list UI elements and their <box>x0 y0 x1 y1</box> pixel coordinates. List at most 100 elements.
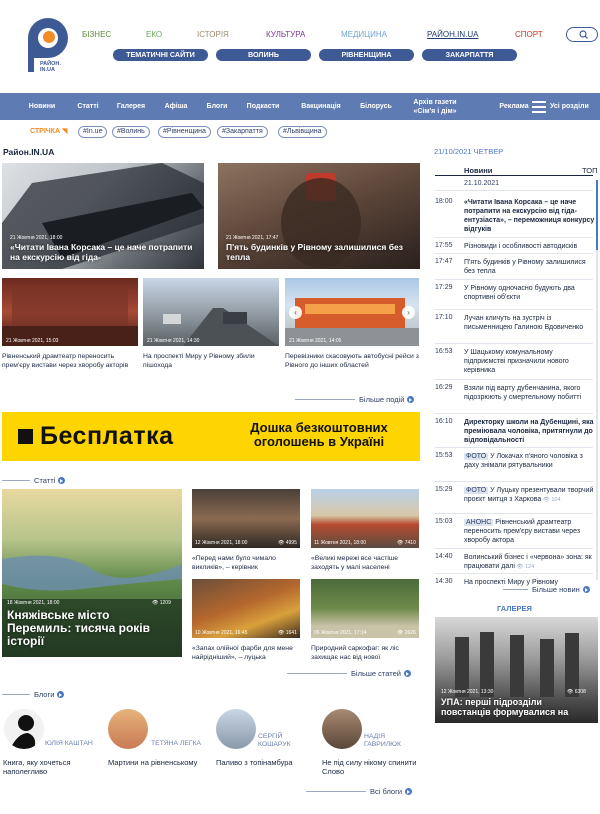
ad-banner[interactable]: Бесплатка Дошка безкоштовних оголошень в… <box>2 412 420 461</box>
blog-title[interactable]: Мартини на рівненському <box>108 758 208 767</box>
feed-time: 17:10 <box>435 314 453 321</box>
article-title[interactable]: «Великі мережі все частіше заходять у ма… <box>311 555 419 572</box>
tab-top[interactable]: ТОП <box>582 166 597 175</box>
blog-author[interactable]: ЮЛІЯ КАШТАН <box>45 740 105 748</box>
news-card-korsak[interactable]: 21 Жовтня 2021, 18:00 «Читати Івана Корс… <box>2 163 204 269</box>
nav-afisha[interactable]: Афіша <box>158 93 194 120</box>
topcat-sport[interactable]: СПОРТ <box>515 30 543 39</box>
more-news-link[interactable]: Більше подій <box>295 395 415 404</box>
article-card-challenges[interactable]: 12 Жовтня 2021, 18:00 👁 4995 <box>192 489 300 548</box>
news-card-theatre[interactable]: 21 Жовтня 2021, 15:03 <box>2 278 138 346</box>
nav-belarus[interactable]: Білорусь <box>354 93 398 120</box>
tag-rivne[interactable]: #Рівненщина <box>158 126 211 138</box>
next-arrow-icon[interactable]: › <box>402 306 415 319</box>
all-blogs-link[interactable]: Всі блоги <box>306 787 413 796</box>
avatar-kashtan[interactable] <box>4 709 44 749</box>
gallery-title[interactable]: ГАЛЕРЕЯ <box>497 604 532 613</box>
article-title[interactable]: Природний саркофаг: як ліс захищає нас в… <box>311 645 419 662</box>
feed-item[interactable]: «Читати Івана Корсака – це наче потрапит… <box>464 198 596 234</box>
site-logo[interactable]: РАЙОН. IN.UA <box>22 10 70 73</box>
nav-vaccination[interactable]: Вакцинація <box>292 93 350 120</box>
avatar-legka[interactable] <box>108 709 148 749</box>
pill-thematic[interactable]: ТЕМАТИЧНІ САЙТИ <box>113 49 208 61</box>
nav-news[interactable]: Новини <box>22 93 62 120</box>
news-card-pedestrian[interactable]: 21 Жовтня 2021, 14:30 <box>143 278 279 346</box>
article-title[interactable]: «Запах олійної фарби для мене найрідніши… <box>192 645 300 662</box>
article-card-peremyl[interactable]: 18 Жовтня 2021, 18:00 👁 1209 Княжівське … <box>2 489 182 657</box>
avatar-kosharuk[interactable] <box>216 709 256 749</box>
nav-ads[interactable]: Реклама <box>496 93 532 120</box>
blog-title[interactable]: Книга, яку хочеться наполегливо <box>3 758 103 776</box>
feed-item[interactable]: У Рівному одночасно будують два спортивн… <box>464 284 596 302</box>
news-card-buses[interactable]: ‹ › 21 Жовтня 2021, 14:05 <box>285 278 419 346</box>
blog-author[interactable]: НАДІЯ ГАВРИЛЮК <box>364 733 414 749</box>
topcat-eco[interactable]: ЕКО <box>146 30 162 39</box>
views-count: 👁 6308 <box>567 689 586 695</box>
article-card-paint[interactable]: 10 Жовтня 2021, 16:45 👁 1641 <box>192 579 300 638</box>
stream-label[interactable]: СТРІЧКА ◥ <box>30 127 67 135</box>
article-card-networks[interactable]: 11 Жовтня 2021, 18:00 👁 7410 <box>311 489 419 548</box>
prev-arrow-icon[interactable]: ‹ <box>289 306 302 319</box>
news-date: 21 Жовтня 2021, 14:30 <box>147 338 200 344</box>
nav-gallery[interactable]: Галерея <box>110 93 152 120</box>
divider <box>435 573 593 574</box>
news-date: 21 Жовтня 2021, 17:47 <box>226 235 279 241</box>
blog-title[interactable]: Не під силу нікому спинити Слово <box>322 758 422 776</box>
feed-item[interactable]: Волинський бізнес і «червона» зона: як п… <box>464 553 596 572</box>
news-card-heating[interactable]: 21 Жовтня 2021, 17:47 П'ять будинків у Р… <box>218 163 420 269</box>
feed-item[interactable]: П'ять будинків у Рівному залишилися без … <box>464 258 596 276</box>
blog-author[interactable]: СЕРГІЙ КОШАРУК <box>258 733 308 749</box>
nav-podcasts[interactable]: Подкасти <box>240 93 286 120</box>
pill-rivne[interactable]: РІВНЕНЩИНА <box>319 49 414 61</box>
topcat-rayon[interactable]: РАЙОН.IN.UA <box>427 30 478 39</box>
feed-item[interactable]: АНОНС Рівненський драмтеатр переносить п… <box>464 518 596 545</box>
gallery-date: 12 Жовтня 2021, 13:30 <box>441 689 494 695</box>
topcat-medicine[interactable]: МЕДИЦИНА <box>341 30 387 39</box>
pill-volyn[interactable]: ВОЛИНЬ <box>216 49 311 61</box>
nav-archive[interactable]: Архів газети «Сім'я і дім» <box>404 93 466 120</box>
more-news-sidebar-link[interactable]: Більше новин <box>503 585 590 594</box>
views-count: 👁 1641 <box>278 630 297 636</box>
pill-zakarpattia[interactable]: ЗАКАРПАТТЯ <box>422 49 517 61</box>
feed-item[interactable]: ФОТО У Локачах п'яного чоловіка з даху з… <box>464 452 596 470</box>
feed-item[interactable]: Директорку школи на Дубенщині, яка премі… <box>464 418 596 445</box>
gallery-card-upa[interactable]: 12 Жовтня 2021, 13:30 👁 6308 УПА: перші … <box>435 617 598 723</box>
blog-title[interactable]: Паливо з топінамбура <box>216 758 316 767</box>
nav-all-sections[interactable]: Усі розділи <box>550 93 590 120</box>
menu-icon[interactable] <box>532 101 546 113</box>
tag-lviv[interactable]: #Львівщина <box>278 126 327 138</box>
blogs-heading[interactable]: Блоги <box>2 690 65 699</box>
feed-item[interactable]: Взяли під варту дубенчанина, якого підоз… <box>464 384 596 402</box>
topcat-business[interactable]: БІЗНЕС <box>82 30 111 39</box>
nav-blogs[interactable]: Блоги <box>199 93 235 120</box>
news-date: 21 Жовтня 2021, 15:03 <box>6 338 59 344</box>
more-articles-link[interactable]: Більше статей <box>287 669 411 678</box>
tag-inue[interactable]: #In.ue <box>78 126 108 138</box>
tag-volyn[interactable]: #Волинь <box>112 126 150 138</box>
article-date: 06 Жовтня 2021, 17:14 <box>314 630 367 636</box>
feed-item[interactable]: ФОТО У Луцьку презентували творчий проєк… <box>464 486 596 505</box>
arrow-icon <box>57 691 65 698</box>
feed-scrollbar[interactable] <box>596 180 598 580</box>
divider <box>306 791 366 792</box>
blog-author[interactable]: ТЕТЯНА ЛЕГКА <box>151 740 211 748</box>
feed-item[interactable]: У Шацькому комунальному підприємстві при… <box>464 348 596 375</box>
news-title-theatre[interactable]: Рівненський драмтеатр переносить прем'єр… <box>2 353 138 370</box>
tag-zakarpattia[interactable]: #Закарпаття <box>217 126 268 138</box>
article-title[interactable]: «Перед нами було чимало викликів», – кер… <box>192 555 300 572</box>
article-card-forest[interactable]: 06 Жовтня 2021, 17:14 👁 2626 <box>311 579 419 638</box>
news-title-buses[interactable]: Перевізники скасовують автобусні рейси з… <box>285 353 419 370</box>
feed-item[interactable]: Різновиди і особливості автодисків <box>464 242 596 251</box>
articles-heading[interactable]: Статті <box>2 476 66 485</box>
banner-text: Дошка безкоштовних оголошень в Україні <box>250 420 388 449</box>
topcat-history[interactable]: ІСТОРІЯ <box>197 30 229 39</box>
feed-time: 16:53 <box>435 348 453 355</box>
news-title-pedestrian[interactable]: На проспекті Миру у Рівному збили пішохо… <box>143 353 279 370</box>
topcat-culture[interactable]: КУЛЬТУРА <box>266 30 305 39</box>
avatar-gavryliuk[interactable] <box>322 709 362 749</box>
tab-news[interactable]: Новини <box>464 166 492 175</box>
search-button[interactable] <box>566 27 598 42</box>
nav-articles[interactable]: Статті <box>68 93 108 120</box>
feed-item[interactable]: Лучан кличуть на зустріч із письменницею… <box>464 314 596 332</box>
feed-time: 15:29 <box>435 486 453 493</box>
